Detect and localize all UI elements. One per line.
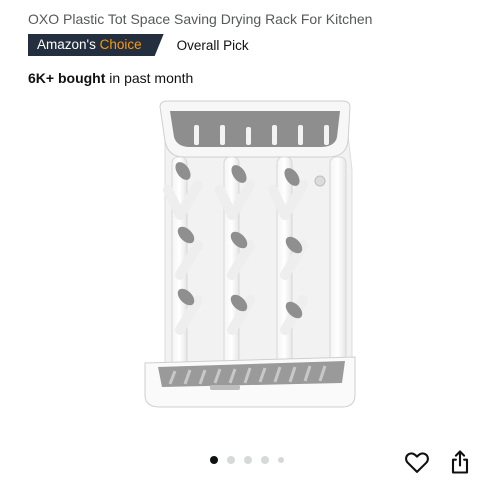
badge-accent: Choice	[99, 37, 142, 52]
badge-row: Amazon's Choice Overall Pick	[28, 34, 249, 56]
product-image[interactable]	[120, 95, 370, 425]
share-icon[interactable]	[446, 448, 474, 476]
carousel-dot[interactable]	[278, 457, 284, 463]
badge-extra-label: Overall Pick	[176, 37, 249, 53]
amazons-choice-badge[interactable]: Amazon's Choice	[28, 34, 164, 56]
badge-prefix: Amazon's	[37, 37, 96, 52]
bought-rest: in past month	[105, 70, 194, 86]
bought-strong: 6K+ bought	[28, 70, 106, 86]
bought-count: 6K+ bought in past month	[28, 70, 193, 86]
product-title: OXO Plastic Tot Space Saving Drying Rack…	[28, 11, 373, 27]
heart-icon[interactable]	[403, 448, 431, 476]
carousel-dot[interactable]	[227, 456, 235, 464]
carousel-dot[interactable]	[261, 456, 269, 464]
carousel-dot[interactable]	[210, 456, 218, 464]
carousel-dot[interactable]	[244, 456, 252, 464]
image-carousel-dots	[210, 456, 284, 464]
